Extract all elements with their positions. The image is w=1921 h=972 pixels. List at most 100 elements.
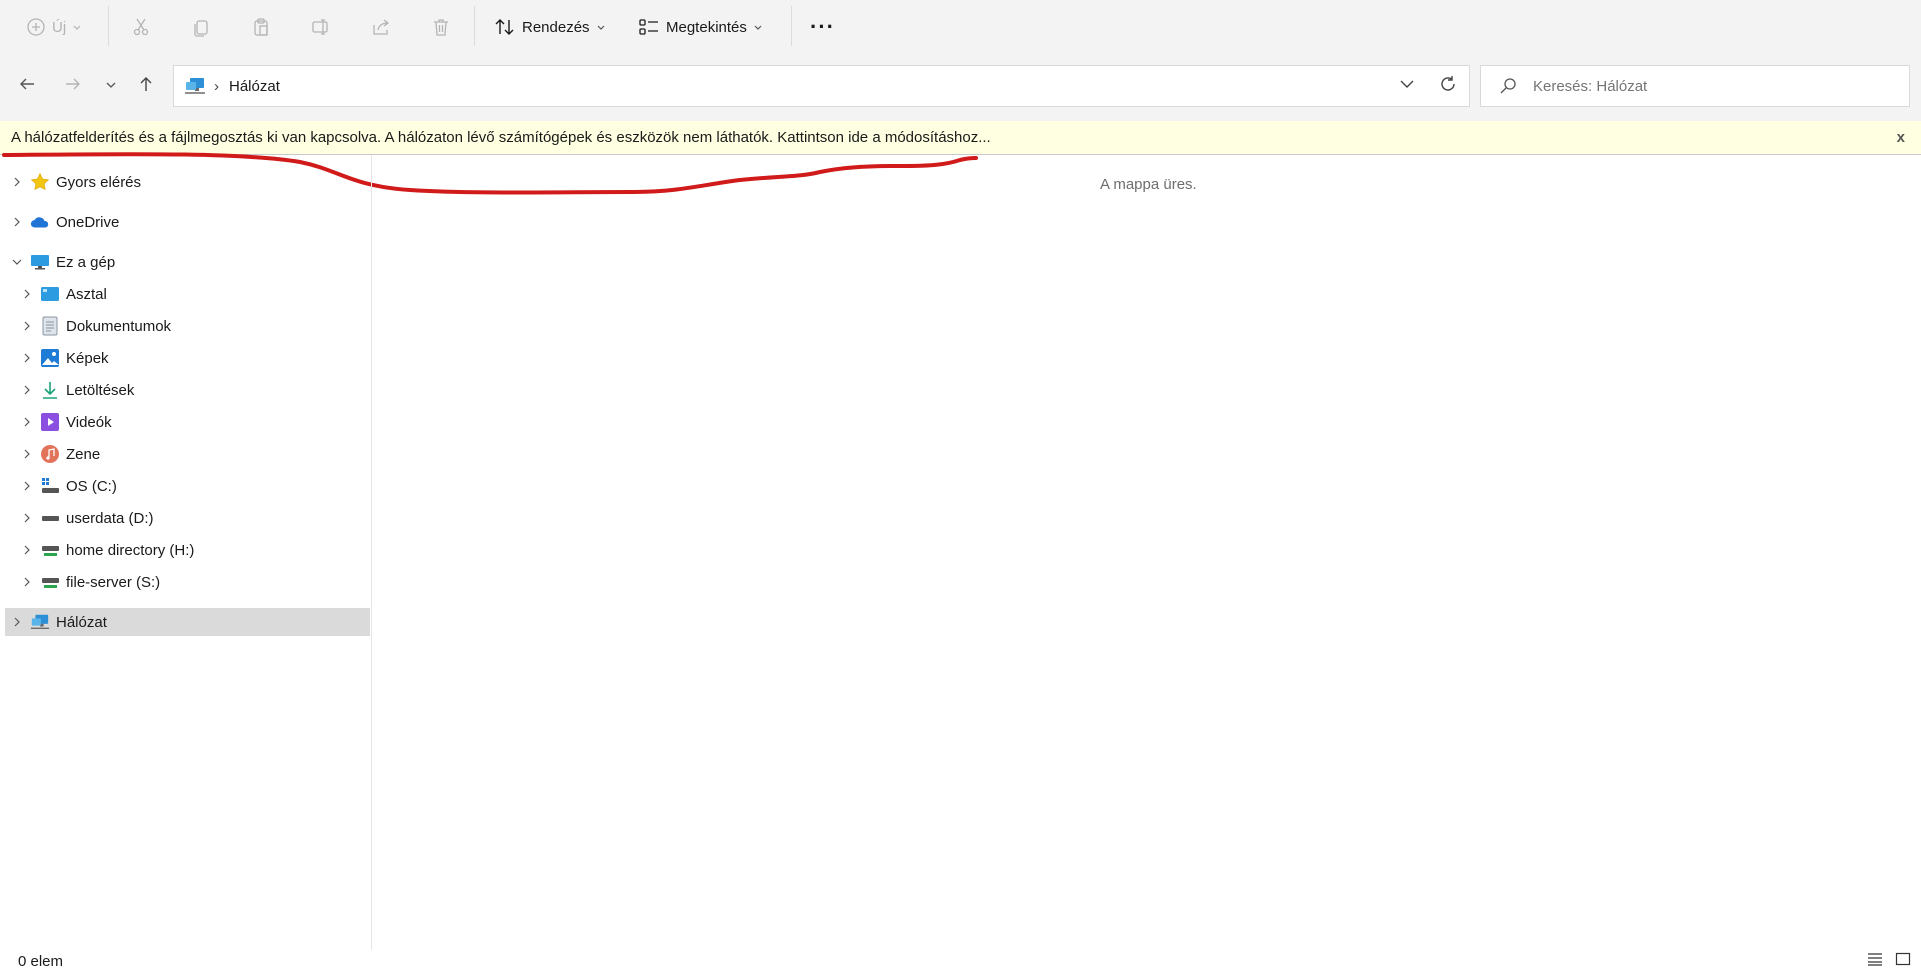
sidebar-item-file-server-s[interactable]: file-server (S:) xyxy=(18,567,368,597)
sidebar-item-home-directory-h[interactable]: home directory (H:) xyxy=(18,535,368,565)
chevron-right-icon[interactable] xyxy=(18,417,36,427)
sidebar-item-label: OneDrive xyxy=(56,213,120,231)
chevron-right-icon[interactable] xyxy=(18,449,36,459)
view-icon xyxy=(638,17,660,37)
sidebar-item-onedrive[interactable]: OneDrive xyxy=(8,207,368,237)
details-view-button[interactable] xyxy=(1867,952,1883,970)
address-history-dropdown[interactable] xyxy=(1399,76,1415,96)
delete-button[interactable] xyxy=(431,8,451,46)
sidebar-item-label: Zene xyxy=(66,445,101,463)
chevron-down-icon xyxy=(1399,76,1415,96)
network-drive-icon xyxy=(40,540,60,560)
chevron-right-icon[interactable] xyxy=(18,289,36,299)
pictures-icon xyxy=(40,348,60,368)
sidebar-item-documents[interactable]: Dokumentumok xyxy=(18,311,368,341)
chevron-right-icon[interactable] xyxy=(18,481,36,491)
paste-icon xyxy=(251,17,271,37)
chevron-down-icon xyxy=(105,78,117,95)
sort-button[interactable]: Rendezés xyxy=(494,8,606,46)
cut-button[interactable] xyxy=(131,8,151,46)
forward-button[interactable] xyxy=(59,72,87,100)
refresh-button[interactable] xyxy=(1439,75,1457,97)
chevron-right-icon[interactable] xyxy=(18,321,36,331)
toolbar-separator xyxy=(474,6,475,46)
sidebar-item-label: Videók xyxy=(66,413,112,431)
chevron-right-icon[interactable] xyxy=(8,617,26,627)
search-box[interactable] xyxy=(1480,65,1910,107)
sidebar-item-label: home directory (H:) xyxy=(66,541,195,559)
tiles-view-button[interactable] xyxy=(1895,952,1911,970)
arrow-right-icon xyxy=(64,75,82,97)
sidebar-item-downloads[interactable]: Letöltések xyxy=(18,375,368,405)
address-bar[interactable]: › Hálózat xyxy=(173,65,1470,107)
video-icon xyxy=(40,412,60,432)
share-icon xyxy=(371,17,391,37)
chevron-right-icon[interactable] xyxy=(18,353,36,363)
toolbar-separator xyxy=(791,6,792,46)
sidebar-item-label: OS (C:) xyxy=(66,477,117,495)
view-button[interactable]: Megtekintés xyxy=(638,8,763,46)
copy-button[interactable] xyxy=(191,8,211,46)
sidebar-item-music[interactable]: Zene xyxy=(18,439,368,469)
arrow-up-icon xyxy=(137,75,155,97)
download-icon xyxy=(40,380,60,400)
chevron-down-icon[interactable] xyxy=(8,257,26,267)
sidebar-item-quick-access[interactable]: Gyors elérés xyxy=(8,167,368,197)
paste-button[interactable] xyxy=(251,8,271,46)
pane-divider[interactable] xyxy=(371,155,372,950)
sort-icon xyxy=(494,17,516,37)
details-view-icon xyxy=(1867,952,1883,970)
monitor-icon xyxy=(30,252,50,272)
empty-folder-message: A mappa üres. xyxy=(1100,176,1197,193)
drive-icon xyxy=(40,508,60,528)
search-icon xyxy=(1499,77,1517,95)
sidebar-item-pictures[interactable]: Képek xyxy=(18,343,368,373)
toolbar-separator xyxy=(108,6,109,46)
sidebar-item-desktop[interactable]: Asztal xyxy=(18,279,368,309)
chevron-right-icon[interactable] xyxy=(8,177,26,187)
chevron-right-icon[interactable] xyxy=(18,385,36,395)
rename-button[interactable] xyxy=(311,8,331,46)
breadcrumb-location[interactable]: Hálózat xyxy=(229,78,280,95)
more-button[interactable]: ··· xyxy=(810,8,835,46)
sidebar-item-label: userdata (D:) xyxy=(66,509,154,527)
sidebar-item-videos[interactable]: Videók xyxy=(18,407,368,437)
desktop-icon xyxy=(40,284,60,304)
cloud-icon xyxy=(30,212,50,232)
infobar-close-button[interactable]: x xyxy=(1897,129,1905,146)
breadcrumb-separator: › xyxy=(214,77,219,95)
sort-label: Rendezés xyxy=(522,18,590,36)
sidebar-item-label: Gyors elérés xyxy=(56,173,142,191)
sidebar-item-network[interactable]: Hálózat xyxy=(5,608,370,636)
sidebar-item-label: Asztal xyxy=(66,285,107,303)
sidebar-item-os-c[interactable]: OS (C:) xyxy=(18,471,368,501)
status-bar: 0 elem xyxy=(0,950,1921,972)
navigation-pane: Gyors elérés OneDrive Ez a gép Asztal Do… xyxy=(0,155,371,950)
chevron-right-icon[interactable] xyxy=(18,545,36,555)
more-icon: ··· xyxy=(810,14,835,39)
back-button[interactable] xyxy=(13,72,41,100)
star-icon xyxy=(30,172,50,192)
up-button[interactable] xyxy=(132,72,160,100)
sidebar-item-label: Dokumentumok xyxy=(66,317,172,335)
recent-locations-button[interactable] xyxy=(97,72,125,100)
sidebar-item-userdata-d[interactable]: userdata (D:) xyxy=(18,503,368,533)
sidebar-item-label: Letöltések xyxy=(66,381,135,399)
item-count: 0 elem xyxy=(18,952,64,970)
network-icon xyxy=(30,612,50,632)
sidebar-item-label: Hálózat xyxy=(56,613,107,631)
sidebar-item-label: Ez a gép xyxy=(56,253,116,271)
sidebar-item-label: file-server (S:) xyxy=(66,573,161,591)
network-icon xyxy=(184,76,206,96)
chevron-right-icon[interactable] xyxy=(18,513,36,523)
share-button[interactable] xyxy=(371,8,391,46)
new-button[interactable]: Új xyxy=(26,8,82,46)
os-drive-icon xyxy=(40,476,60,496)
chevron-right-icon[interactable] xyxy=(18,577,36,587)
music-icon xyxy=(40,444,60,464)
search-input[interactable] xyxy=(1531,76,1875,96)
scissors-icon xyxy=(131,17,151,37)
documents-icon xyxy=(40,316,60,336)
sidebar-item-this-pc[interactable]: Ez a gép xyxy=(8,247,368,277)
chevron-right-icon[interactable] xyxy=(8,217,26,227)
